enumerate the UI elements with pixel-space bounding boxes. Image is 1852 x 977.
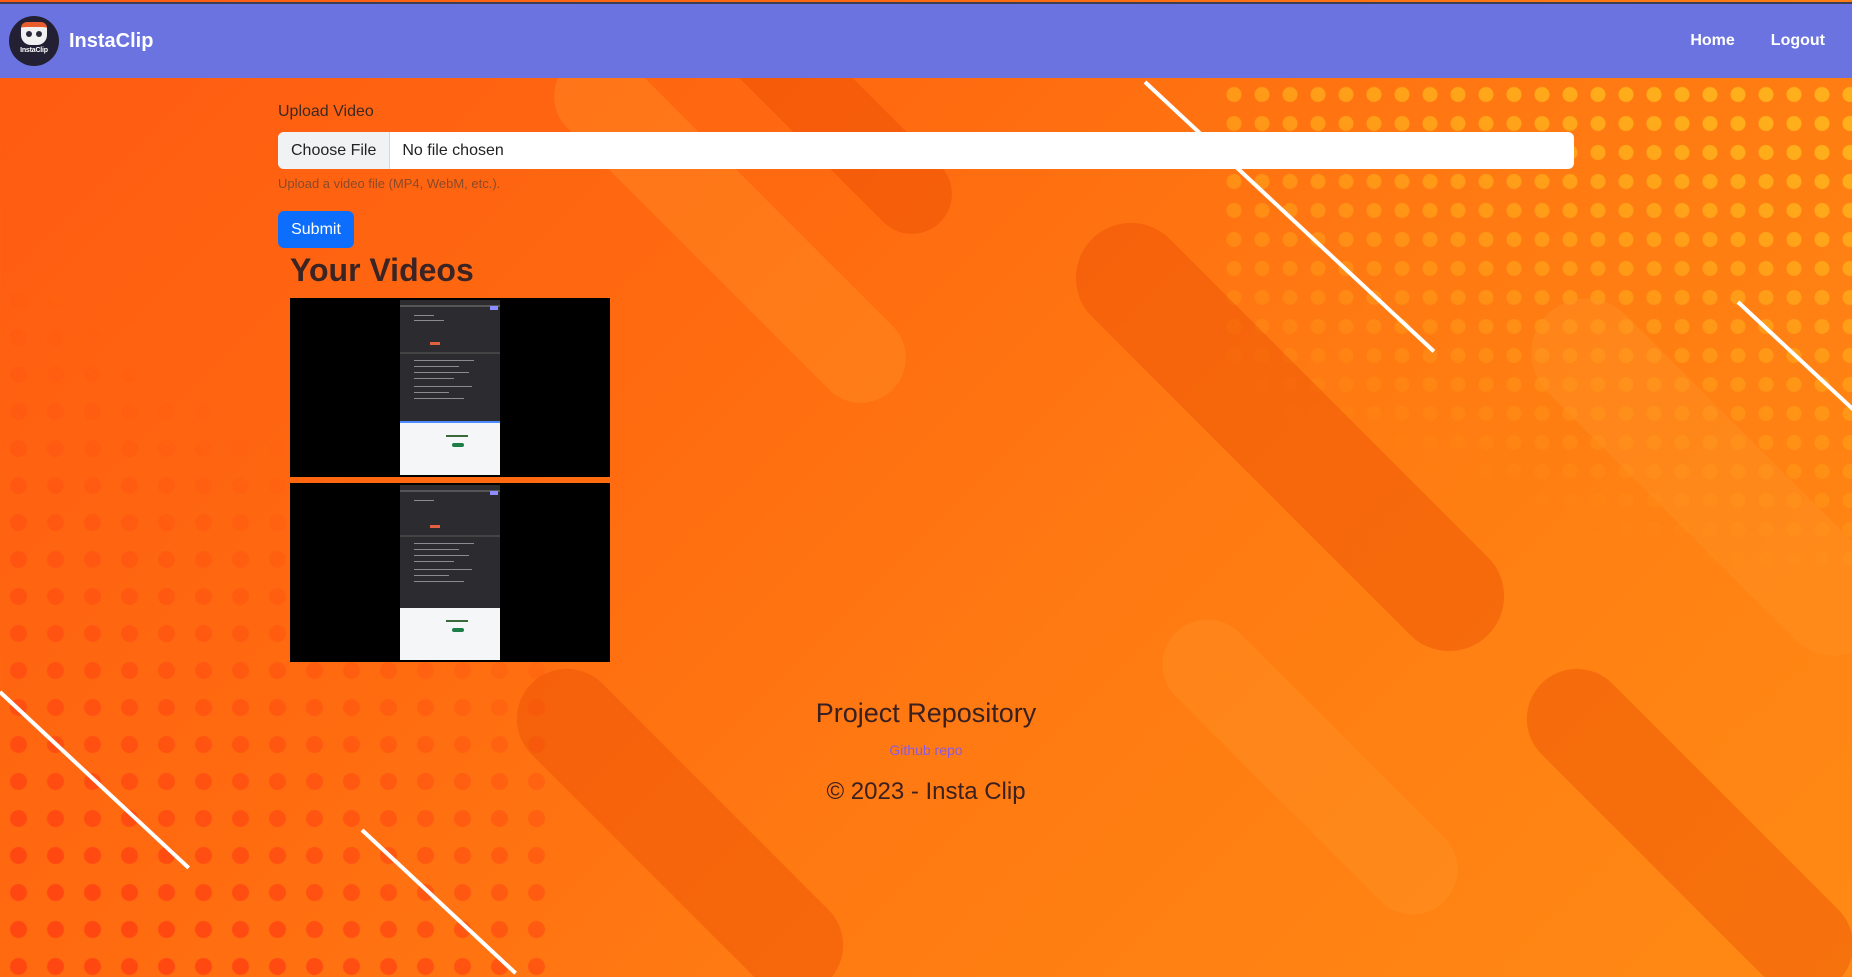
github-repo-link[interactable]: Github repo <box>0 742 1852 758</box>
bg-pill <box>1143 600 1477 934</box>
brand[interactable]: InstaClip InstaClip <box>9 16 153 66</box>
upload-help-text: Upload a video file (MP4, WebM, etc.). <box>278 176 501 191</box>
logo-text: InstaClip <box>20 47 48 54</box>
submit-button[interactable]: Submit <box>278 211 354 248</box>
nav-link-logout[interactable]: Logout <box>1771 32 1825 50</box>
choose-file-button[interactable]: Choose File <box>278 132 391 169</box>
instaclip-logo: InstaClip <box>9 16 59 66</box>
video-thumbnail <box>400 485 500 660</box>
project-repository-heading: Project Repository <box>815 698 1037 728</box>
video-thumbnail <box>400 300 500 475</box>
copyright-text: © 2023 - Insta Clip <box>826 778 1026 805</box>
video-player[interactable] <box>290 298 610 477</box>
logo-mascot-icon <box>21 22 47 45</box>
file-status: No file chosen <box>402 141 504 159</box>
video-player[interactable] <box>290 483 610 662</box>
brand-name[interactable]: InstaClip <box>69 30 153 53</box>
nav-link-home[interactable]: Home <box>1690 32 1734 50</box>
navbar: InstaClip InstaClip Home Logout <box>0 2 1852 78</box>
your-videos-heading: Your Videos <box>290 252 474 288</box>
upload-video-label: Upload Video <box>278 103 374 120</box>
video-file-input[interactable]: Choose File No file chosen <box>278 132 1574 169</box>
nav-links: Home Logout <box>1654 32 1825 50</box>
